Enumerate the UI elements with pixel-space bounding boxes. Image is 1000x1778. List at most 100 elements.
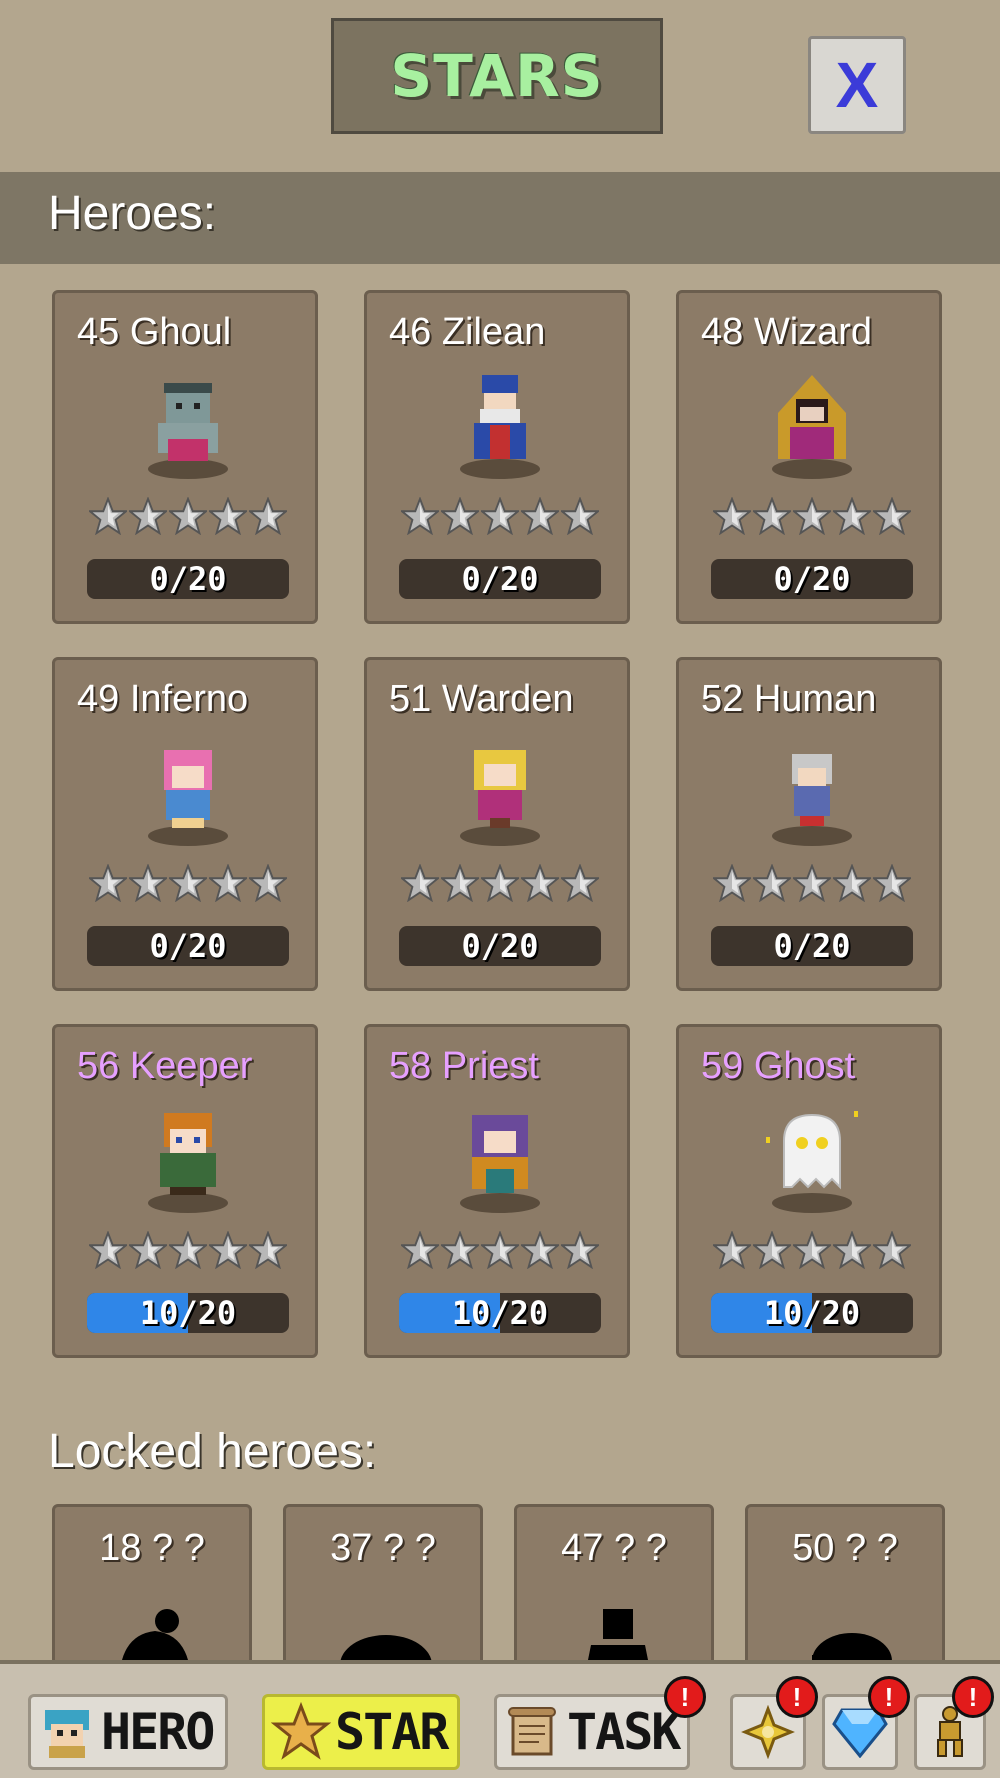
locked-hero-name: 37 ? ? <box>330 1527 436 1569</box>
hero-name: 59 Ghost <box>701 1045 856 1087</box>
star-rating <box>711 1230 913 1271</box>
star-icon <box>831 863 873 904</box>
star-icon <box>271 1702 331 1760</box>
hero-name: 45 Ghoul <box>77 311 232 353</box>
star-icon <box>479 1230 521 1271</box>
star-icon <box>167 496 209 537</box>
hero-card[interactable]: 58 Priest 10/20 <box>364 1024 630 1358</box>
star-icon <box>751 1230 793 1271</box>
nav-task-label: TASK <box>567 1703 681 1761</box>
progress-text: 10/20 <box>451 1294 549 1332</box>
star-icon <box>871 863 913 904</box>
star-icon <box>559 1230 601 1271</box>
star-icon <box>791 863 833 904</box>
locked-hero-card[interactable]: 37 ? ? <box>283 1504 483 1674</box>
star-icon <box>871 1230 913 1271</box>
star-progress-bar: 10/20 <box>87 1293 289 1333</box>
title-banner: STARS <box>331 18 663 134</box>
star-progress-bar: 0/20 <box>399 559 601 599</box>
progress-text: 10/20 <box>763 1294 861 1332</box>
nav-hero-button[interactable]: HERO <box>28 1694 228 1770</box>
star-progress-bar: 0/20 <box>399 926 601 966</box>
star-progress-bar: 0/20 <box>87 559 289 599</box>
star-icon <box>519 863 561 904</box>
hero-card[interactable]: 45 Ghoul 0/20 <box>52 290 318 624</box>
bottom-nav: HERO STAR TASK ! ! ! ! <box>0 1660 1000 1778</box>
star-progress-bar: 0/20 <box>87 926 289 966</box>
star-icon <box>791 1230 833 1271</box>
star-icon <box>207 496 249 537</box>
star-icon <box>519 1230 561 1271</box>
close-icon: X <box>835 49 879 121</box>
hero-card[interactable]: 59 Ghost 10/20 <box>676 1024 942 1358</box>
star-icon <box>711 496 753 537</box>
star-icon <box>247 1230 289 1271</box>
star-progress-bar: 0/20 <box>711 926 913 966</box>
human-portrait <box>762 740 862 850</box>
star-rating <box>711 496 913 537</box>
nav-star-button[interactable]: STAR <box>262 1694 460 1770</box>
progress-text: 0/20 <box>149 927 227 965</box>
zilean-portrait <box>450 373 550 483</box>
hero-card[interactable]: 56 Keeper 10/20 <box>52 1024 318 1358</box>
star-progress-bar: 10/20 <box>711 1293 913 1333</box>
star-icon <box>479 496 521 537</box>
hero-card[interactable]: 51 Warden 0/20 <box>364 657 630 991</box>
hero-name: 49 Inferno <box>77 678 249 720</box>
locked-hero-card[interactable]: 50 ? ? <box>745 1504 945 1674</box>
star-rating <box>399 1230 601 1271</box>
star-icon <box>127 863 169 904</box>
locked-hero-card[interactable]: 47 ? ? <box>514 1504 714 1674</box>
star-rating <box>87 496 289 537</box>
progress-text: 0/20 <box>461 560 539 598</box>
task-alert-badge: ! <box>664 1676 706 1718</box>
locked-hero-name: 47 ? ? <box>561 1527 667 1569</box>
page-title: STARS <box>390 42 604 110</box>
hero-name: 51 Warden <box>389 678 574 720</box>
progress-text: 10/20 <box>139 1294 237 1332</box>
star-icon <box>831 496 873 537</box>
hero-portrait-icon <box>45 1710 89 1758</box>
star-icon <box>247 496 289 537</box>
star-icon <box>167 1230 209 1271</box>
hero-name: 58 Priest <box>389 1045 539 1087</box>
locked-hero-name: 50 ? ? <box>792 1527 898 1569</box>
star-icon <box>127 1230 169 1271</box>
star-icon <box>127 496 169 537</box>
locked-section-title: Locked heroes: <box>48 1425 377 1478</box>
hero-card[interactable]: 49 Inferno 0/20 <box>52 657 318 991</box>
star-icon <box>791 496 833 537</box>
wizard-portrait <box>762 373 862 483</box>
star-icon <box>711 863 753 904</box>
star-progress-bar: 0/20 <box>711 559 913 599</box>
star-rating <box>711 863 913 904</box>
star-icon <box>439 1230 481 1271</box>
star-icon <box>207 863 249 904</box>
star-icon <box>87 496 129 537</box>
hero-name: 52 Human <box>701 678 877 720</box>
warden-portrait <box>450 740 550 850</box>
scroll-icon <box>508 1707 556 1756</box>
close-button[interactable]: X <box>808 36 906 134</box>
hero-card[interactable]: 52 Human 0/20 <box>676 657 942 991</box>
star-icon <box>439 496 481 537</box>
star-icon <box>479 863 521 904</box>
star-icon <box>751 863 793 904</box>
star-rating <box>87 863 289 904</box>
star-icon <box>399 496 441 537</box>
priest-portrait <box>450 1107 550 1217</box>
ghost-portrait <box>762 1107 862 1217</box>
star-icon <box>207 1230 249 1271</box>
star-rating <box>399 863 601 904</box>
progress-text: 0/20 <box>149 560 227 598</box>
nav-star-label: STAR <box>335 1703 449 1761</box>
hero-card[interactable]: 46 Zilean 0/20 <box>364 290 630 624</box>
hero-card[interactable]: 48 Wizard 0/20 <box>676 290 942 624</box>
nav-task-button[interactable]: TASK <box>494 1694 690 1770</box>
hero-name: 48 Wizard <box>701 311 873 353</box>
shop-alert-badge: ! <box>868 1676 910 1718</box>
star-icon <box>519 496 561 537</box>
rank-alert-badge: ! <box>952 1676 994 1718</box>
locked-hero-card[interactable]: 18 ? ? <box>52 1504 252 1674</box>
star-icon <box>711 1230 753 1271</box>
